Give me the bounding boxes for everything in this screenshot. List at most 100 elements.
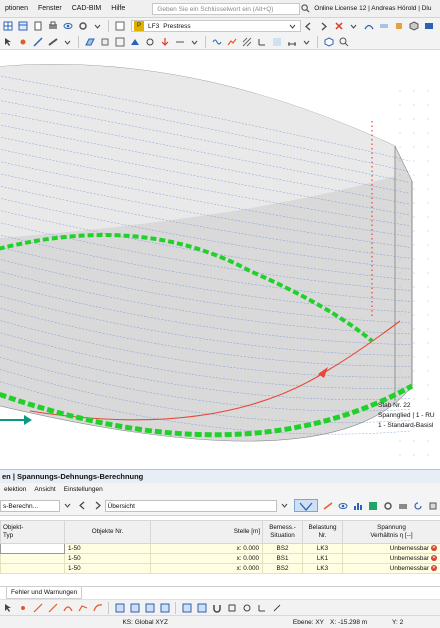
grid-dot	[427, 272, 429, 274]
chevron-down-icon[interactable]	[62, 37, 73, 48]
load-case-icon[interactable]	[114, 21, 125, 32]
cell-object-type[interactable]	[0, 543, 65, 554]
chevron-down-icon[interactable]	[62, 500, 73, 511]
wave-icon[interactable]	[211, 37, 222, 48]
search-icon[interactable]	[300, 4, 310, 14]
col-load[interactable]: Belastung Nr.	[302, 520, 343, 544]
view-front-icon[interactable]	[114, 602, 125, 613]
menu-einstellungen[interactable]: Einstellungen	[60, 486, 107, 493]
dimension-icon[interactable]	[174, 37, 185, 48]
values-icon[interactable]	[378, 21, 389, 32]
member-icon[interactable]	[47, 37, 58, 48]
arrow-left-icon[interactable]	[77, 500, 88, 511]
snap-grid-icon[interactable]	[181, 602, 192, 613]
calculation-type-combo[interactable]: s-Berechn...	[0, 499, 60, 512]
chevron-down-icon[interactable]	[301, 37, 312, 48]
toolbar-row-1: P LF3 Prestress	[0, 18, 440, 34]
chevron-down-icon[interactable]	[348, 21, 359, 32]
arrow-left-icon[interactable]	[303, 21, 314, 32]
eye-icon[interactable]	[337, 500, 348, 511]
line-icon[interactable]	[47, 602, 58, 613]
axis-lock-icon[interactable]	[271, 602, 282, 613]
col-ratio[interactable]: Spannung Verhältnis η [--]	[342, 520, 440, 544]
zoom-icon[interactable]	[338, 37, 349, 48]
result-flag-icon[interactable]	[333, 21, 344, 32]
display-icon[interactable]	[423, 21, 434, 32]
measure-icon[interactable]	[286, 37, 297, 48]
axis-icon[interactable]	[256, 37, 267, 48]
grid-dot	[413, 160, 415, 162]
menu-cad-bim[interactable]: CAD-BIM	[67, 5, 107, 12]
grid-dot	[427, 370, 429, 372]
snap-object-icon[interactable]	[196, 602, 207, 613]
settings-icon[interactable]	[77, 21, 88, 32]
render-icon[interactable]	[271, 37, 282, 48]
arc-icon[interactable]	[62, 602, 73, 613]
rectangle-icon[interactable]	[226, 602, 237, 613]
line-icon[interactable]	[32, 37, 43, 48]
col-objects-no[interactable]: Objekte Nr.	[64, 520, 151, 544]
refresh-icon[interactable]	[412, 500, 423, 511]
model-viewport[interactable]: Stab Nr. 22 Spannglied | 1 - RU 1 - Stan…	[0, 51, 440, 469]
col-location[interactable]: Stelle [m]	[150, 520, 263, 544]
table-row[interactable]: 1-50 x: 0.000 BS2 LK3 Unbemessbar ✕	[0, 543, 440, 554]
overview-combo[interactable]: Übersicht	[104, 499, 277, 512]
chevron-down-icon[interactable]	[279, 500, 290, 511]
view-side-icon[interactable]	[129, 602, 140, 613]
chevron-down-icon[interactable]	[189, 37, 200, 48]
magnet-icon[interactable]	[211, 602, 222, 613]
ortho-icon[interactable]	[256, 602, 267, 613]
search-input[interactable]: Geben Sie ein Schlüsselwort ein (Alt+Q)	[152, 2, 301, 15]
menu-optionen[interactable]: ptionen	[0, 5, 33, 12]
cube-icon[interactable]	[408, 21, 419, 32]
arrow-right-icon[interactable]	[318, 21, 329, 32]
iso-view-icon[interactable]	[323, 37, 334, 48]
menu-selektion[interactable]: elektion	[0, 486, 30, 493]
surface-icon[interactable]	[84, 37, 95, 48]
grid-icon[interactable]	[2, 21, 13, 32]
node-icon[interactable]	[17, 602, 28, 613]
options-icon[interactable]	[427, 500, 438, 511]
export-icon[interactable]	[367, 500, 378, 511]
support-icon[interactable]	[129, 37, 140, 48]
table-row[interactable]: 1-50 x: 0.000 BS2 LK3 Unbemessbar ✕	[0, 563, 440, 574]
hatch-icon[interactable]	[241, 37, 252, 48]
polyline-icon[interactable]	[77, 602, 88, 613]
arrow-right-icon[interactable]	[92, 500, 103, 511]
grid-dot	[399, 286, 401, 288]
settings-icon[interactable]	[382, 500, 393, 511]
filter-icon[interactable]	[294, 499, 318, 512]
opening-icon[interactable]	[114, 37, 125, 48]
deform-icon[interactable]	[363, 21, 374, 32]
view-top-icon[interactable]	[144, 602, 155, 613]
node-icon[interactable]	[17, 37, 28, 48]
sections-icon[interactable]	[393, 21, 404, 32]
spline-icon[interactable]	[92, 602, 103, 613]
eye-icon[interactable]	[62, 21, 73, 32]
circle-icon[interactable]	[241, 602, 252, 613]
document-icon[interactable]	[32, 21, 43, 32]
error-icon: ✕	[431, 545, 437, 552]
menu-hilfe[interactable]: Hilfe	[106, 5, 130, 12]
menu-fenster[interactable]: Fenster	[33, 5, 67, 12]
chart-icon[interactable]	[352, 500, 363, 511]
col-situation[interactable]: Bemess.- Situation	[262, 520, 303, 544]
load-case-combo[interactable]: P LF3 Prestress	[131, 20, 301, 32]
solid-icon[interactable]	[99, 37, 110, 48]
tab-errors-warnings[interactable]: Fehler und Warnungen	[6, 587, 83, 599]
table-row[interactable]: 1-50 x: 0.000 BS1 LK1 Unbemessbar ✕	[0, 553, 440, 564]
line-icon[interactable]	[32, 602, 43, 613]
member-result-icon[interactable]	[322, 500, 333, 511]
select-icon[interactable]	[2, 37, 13, 48]
table-icon[interactable]	[17, 21, 28, 32]
chevron-down-icon[interactable]	[92, 21, 103, 32]
print-icon[interactable]	[397, 500, 408, 511]
view-iso-icon[interactable]	[159, 602, 170, 613]
hinge-icon[interactable]	[144, 37, 155, 48]
menu-ansicht[interactable]: Ansicht	[30, 486, 59, 493]
col-object-type[interactable]: Objekt- Typ	[0, 520, 65, 544]
diagram-icon[interactable]	[226, 37, 237, 48]
print-icon[interactable]	[47, 21, 58, 32]
load-icon[interactable]	[159, 37, 170, 48]
cursor-icon[interactable]	[2, 602, 13, 613]
